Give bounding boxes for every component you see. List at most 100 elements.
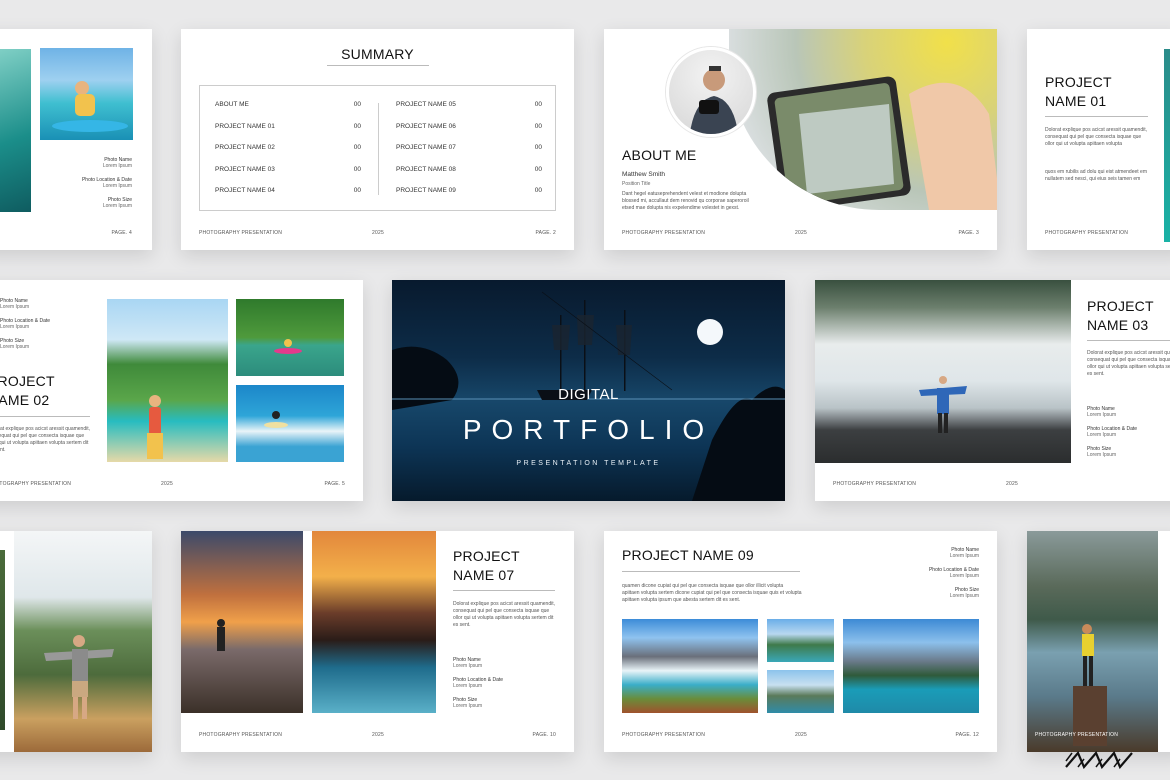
photo-lake-small-1 <box>767 619 834 662</box>
photo-meta: Photo Name Lorem Ipsum Photo Location & … <box>1087 406 1137 466</box>
meta-value: Lorem Ipsum <box>453 703 483 709</box>
summary-item[interactable]: ABOUT ME 00 <box>215 94 361 116</box>
title-underline <box>1087 340 1170 341</box>
summary-item-label: PROJECT NAME 01 <box>215 122 275 130</box>
project-title-line: PROJECT <box>453 548 520 564</box>
footer-brand: PHOTOGRAPHY PRESENTATION <box>199 230 283 236</box>
photo-edge-strip <box>0 550 5 730</box>
meta-value: Lorem Ipsum <box>102 163 132 169</box>
summary-item-page: 00 <box>534 122 542 130</box>
slide-about-me: ABOUT ME Matthew Smith Position Title Da… <box>604 29 997 250</box>
about-position: Position Title <box>622 181 651 187</box>
photo-waterfall-man <box>815 280 1071 463</box>
summary-item-label: PROJECT NAME 04 <box>215 187 275 195</box>
slide-project-03: PROJECT NAME 03 Dolorat explique pos aci… <box>815 280 1170 501</box>
cover-title: PORTFOLIO <box>462 414 715 445</box>
meta-value: Lorem Ipsum <box>949 593 979 599</box>
mw-logo-icon <box>1064 750 1134 774</box>
meta-value: Lorem Ipsum <box>453 683 483 689</box>
title-underline <box>327 65 429 66</box>
project-title: PROJECT NAME 09 <box>622 547 754 563</box>
footer-year: 2025 <box>372 230 384 236</box>
summary-item-page: 00 <box>534 187 542 195</box>
project-title-line: PROJECT <box>0 373 55 389</box>
meta-value: Lorem Ipsum <box>0 304 30 310</box>
summary-list-left: ABOUT ME 00 PROJECT NAME 01 00 PROJECT NAME … <box>215 94 361 202</box>
title-underline <box>453 590 555 591</box>
project-body: Dolorat explique pos acicst aressit quam… <box>1045 127 1147 147</box>
summary-title: SUMMARY <box>341 46 414 62</box>
about-title: ABOUT ME <box>622 147 697 163</box>
summary-item[interactable]: PROJECT NAME 02 00 <box>215 137 361 159</box>
summary-item[interactable]: PROJECT NAME 05 00 <box>396 94 542 116</box>
summary-item-label: PROJECT NAME 05 <box>396 101 456 109</box>
photo-mountain-lake <box>843 619 979 713</box>
project-title-line: NAME 01 <box>1045 93 1107 109</box>
footer-year: 2025 <box>161 481 173 487</box>
slide-project-07: PROJECT NAME 07 Dolorat explique pos aci… <box>181 531 574 752</box>
summary-item[interactable]: PROJECT NAME 07 00 <box>396 137 542 159</box>
page-number: PAGE. 5 <box>324 481 345 487</box>
summary-item-page: 00 <box>353 101 361 109</box>
slide-project-02: Photo Name Lorem Ipsum Photo Location & … <box>0 280 363 501</box>
summary-item[interactable]: PROJECT NAME 09 00 <box>396 180 542 202</box>
page-number: PAGE. 2 <box>535 230 556 236</box>
slide-cover: DIGITAL PORTFOLIO PRESENTATION TEMPLATE <box>392 280 785 501</box>
summary-item-page: 00 <box>534 101 542 109</box>
summary-item-page: 00 <box>353 187 361 195</box>
summary-item-page: 00 <box>534 144 542 152</box>
summary-item[interactable]: PROJECT NAME 06 00 <box>396 116 542 138</box>
slide-partial-cliffs <box>0 531 152 752</box>
title-underline <box>622 571 800 572</box>
meta-value: Lorem Ipsum <box>949 553 979 559</box>
project-title-line: PROJECT <box>1087 298 1154 314</box>
about-name: Matthew Smith <box>622 171 665 178</box>
photo-man-boat-cliffs <box>14 531 152 752</box>
summary-item-label: ABOUT ME <box>215 101 249 109</box>
project-title-line: PROJECT <box>1045 74 1112 90</box>
title-underline <box>1045 116 1148 117</box>
meta-value: Lorem Ipsum <box>1087 412 1117 418</box>
slide-project-01: PROJECT NAME 01 Dolorat explique pos aci… <box>1027 29 1170 250</box>
title-underline <box>0 416 90 417</box>
cover-subtitle: PRESENTATION TEMPLATE <box>516 460 661 467</box>
page-number: PAGE. 10 <box>532 732 556 738</box>
project-body: Dolorat explique pos acicst aressit quam… <box>453 601 555 628</box>
project-title-line: NAME 03 <box>1087 317 1149 333</box>
project-title: PROJECT NAME 02 <box>0 372 55 410</box>
photo-meta: Photo Name Lorem Ipsum Photo Location & … <box>82 157 132 217</box>
summary-item-page: 00 <box>353 144 361 152</box>
meta-value: Lorem Ipsum <box>0 324 30 330</box>
footer-year: 2025 <box>795 732 807 738</box>
column-divider <box>378 103 379 195</box>
photo-edge <box>1164 49 1170 242</box>
photo-glacier <box>622 619 758 713</box>
footer-brand: PHOTOGRAPHY PRESENTATION <box>622 230 706 236</box>
summary-item[interactable]: PROJECT NAME 03 00 <box>215 159 361 181</box>
project-body-2: quos em rubilis ad dolu qui eist atmende… <box>1045 169 1148 182</box>
meta-value: Lorem Ipsum <box>453 663 483 669</box>
footer-brand: PHOTOGRAPHY PRESENTATION <box>1045 230 1129 236</box>
slide-summary: SUMMARY ABOUT ME 00 PROJECT NAME 01 00 PROJE… <box>181 29 574 250</box>
meta-value: Lorem Ipsum <box>1087 452 1117 458</box>
summary-item-label: PROJECT NAME 08 <box>396 165 456 173</box>
summary-item[interactable]: PROJECT NAME 08 00 <box>396 159 542 181</box>
summary-item[interactable]: PROJECT NAME 04 00 <box>215 180 361 202</box>
footer-brand: PHOTOGRAPHY PRESENTATION <box>622 732 706 738</box>
footer-year: 2025 <box>1006 481 1018 487</box>
slide-project-09: PROJECT NAME 09 quamen dicone cupiat qui… <box>604 531 997 752</box>
meta-value: Lorem Ipsum <box>102 183 132 189</box>
summary-item-page: 00 <box>353 122 361 130</box>
meta-value: Lorem Ipsum <box>949 573 979 579</box>
summary-item-label: PROJECT NAME 07 <box>396 144 456 152</box>
page-number: PAGE. 12 <box>955 732 979 738</box>
photo-meta: Photo Name Lorem Ipsum Photo Location & … <box>929 547 979 607</box>
footer-brand: PHOTOGRAPHY PRESENTATION <box>1035 732 1119 738</box>
summary-item[interactable]: PROJECT NAME 01 00 <box>215 116 361 138</box>
photo-tropical-island <box>107 299 228 462</box>
project-body: quamen dicone cupiat qui pel que consect… <box>622 583 802 603</box>
meta-value: Lorem Ipsum <box>102 203 132 209</box>
summary-item-label: PROJECT NAME 06 <box>396 122 456 130</box>
project-title: PROJECT NAME 03 <box>1087 297 1154 335</box>
footer-brand: PHOTOGRAPHY PRESENTATION <box>833 481 917 487</box>
